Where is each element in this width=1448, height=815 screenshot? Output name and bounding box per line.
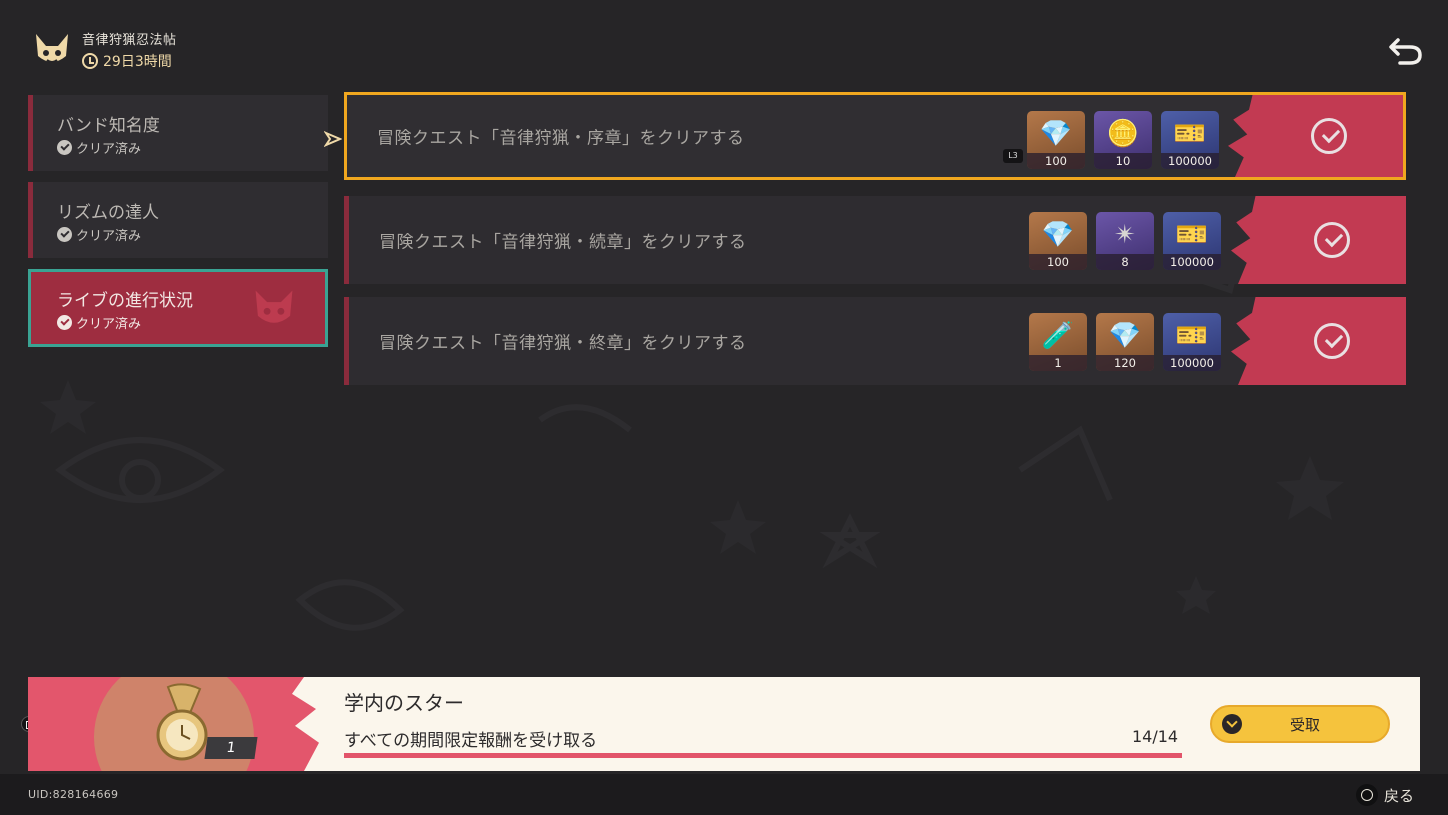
footer-bar: UID:828164669 戻る	[0, 774, 1448, 815]
reward-item[interactable]: 🎫 100000	[1161, 111, 1219, 169]
progress-bar-fill	[344, 753, 1182, 758]
reward-count-badge: 1	[204, 737, 258, 759]
reward-item[interactable]: 🎫 100000	[1163, 313, 1221, 371]
check-icon	[57, 315, 72, 330]
currency-ticket-icon: 🎫	[1175, 220, 1209, 251]
sidebar-item-band-fame[interactable]: バンド知名度 クリア済み	[28, 95, 328, 171]
time-remaining: 29日3時間	[103, 54, 172, 70]
return-arrow-icon[interactable]	[1388, 34, 1424, 68]
quest-label: 冒険クエスト「音律狩猟・終章」をクリアする	[379, 333, 747, 354]
potion-icon: 🧪	[1041, 321, 1075, 352]
reward-qty: 8	[1096, 254, 1154, 270]
clock-icon	[82, 53, 98, 69]
sidebar-item-label: リズムの達人	[57, 203, 159, 223]
selection-cursor-icon	[324, 131, 342, 147]
event-title: 音律狩猟忍法帖	[82, 33, 177, 48]
reward-qty: 1	[1029, 355, 1087, 371]
reward-item[interactable]: ✴ 8	[1096, 212, 1154, 270]
reward-item[interactable]: 🪙 10	[1094, 111, 1152, 169]
user-id: UID:828164669	[28, 788, 119, 801]
completed-check-icon	[1311, 118, 1347, 154]
reward-qty: 100000	[1163, 254, 1221, 270]
quest-label: 冒険クエスト「音律狩猟・序章」をクリアする	[377, 128, 745, 149]
currency-ticket-icon: 🎫	[1173, 119, 1207, 150]
reward-item[interactable]: 💎 100	[1027, 111, 1085, 169]
reward-item[interactable]: 💎 100	[1029, 212, 1087, 270]
total-reward-banner: 1 学内のスター すべての期間限定報酬を受け取る 14/14 受取	[28, 677, 1420, 771]
progress-bar	[344, 753, 1182, 758]
status-text: クリア済み	[76, 142, 142, 157]
status-text: クリア済み	[76, 317, 142, 332]
event-timer: 29日3時間	[82, 51, 177, 71]
status-text: クリア済み	[76, 229, 142, 244]
completed-check-icon	[1314, 323, 1350, 359]
banner-description: すべての期間限定報酬を受け取る	[344, 731, 598, 751]
quest-row[interactable]: 冒険クエスト「音律狩猟・序章」をクリアする L3 💎 100 🪙 10 🎫 10000…	[344, 92, 1406, 180]
currency-ticket-icon: 🎫	[1175, 321, 1209, 352]
category-sidebar: バンド知名度 クリア済み リズムの達人 クリア済み ライブの進行状況 クリア済み	[28, 95, 328, 358]
reward-item[interactable]: 🧪 1	[1029, 313, 1087, 371]
claim-button[interactable]: 受取	[1210, 705, 1390, 743]
reward-qty: 100000	[1163, 355, 1221, 371]
quest-label: 冒険クエスト「音律狩猟・続章」をクリアする	[379, 232, 747, 253]
quest-rewards: 🧪 1 💎 120 🎫 100000	[1029, 313, 1221, 371]
sidebar-item-label: バンド知名度	[57, 116, 160, 136]
claim-label: 受取	[1289, 715, 1320, 734]
gold-ingot-icon: 🪙	[1106, 119, 1140, 150]
banner-title: 学内のスター	[344, 691, 464, 715]
fox-mascot-icon	[36, 34, 68, 63]
reward-qty: 100000	[1161, 153, 1219, 169]
check-icon	[57, 227, 72, 242]
reward-qty: 120	[1096, 355, 1154, 371]
fox-mascot-icon	[255, 290, 293, 323]
reward-item[interactable]: 💎 120	[1096, 313, 1154, 371]
quest-rewards: L3 💎 100 🪙 10 🎫 100000	[1003, 111, 1219, 169]
chip-icon: ✴	[1114, 220, 1136, 251]
sidebar-item-status: クリア済み	[57, 225, 328, 244]
event-header: 音律狩猟忍法帖 29日3時間	[32, 28, 177, 72]
quest-row[interactable]: 冒険クエスト「音律狩猟・続章」をクリアする 💎 100 ✴ 8 🎫 100000	[344, 196, 1406, 284]
reward-qty: 10	[1094, 153, 1152, 169]
reward-qty: 100	[1029, 254, 1087, 270]
back-button[interactable]: 戻る	[1355, 784, 1414, 806]
sidebar-item-status: クリア済み	[57, 138, 328, 157]
crystal-icon: 💎	[1039, 119, 1073, 150]
completed-check-icon	[1314, 222, 1350, 258]
l3-button-hint-icon: L3	[1003, 149, 1023, 163]
check-icon	[57, 140, 72, 155]
sidebar-item-rhythm-master[interactable]: リズムの達人 クリア済み	[28, 182, 328, 258]
quest-row[interactable]: 冒険クエスト「音律狩猟・終章」をクリアする 🧪 1 💎 120 🎫 100000	[344, 297, 1406, 385]
crystal-icon: 💎	[1041, 220, 1075, 251]
reward-qty: 100	[1027, 153, 1085, 169]
circle-button-icon	[1355, 784, 1378, 806]
progress-count: 14/14	[1132, 727, 1179, 746]
crystal-icon: 💎	[1108, 321, 1142, 352]
quest-rewards: 💎 100 ✴ 8 🎫 100000	[1029, 212, 1221, 270]
back-label: 戻る	[1383, 786, 1414, 805]
download-arrow-icon	[1222, 714, 1242, 734]
sidebar-item-live-progress[interactable]: ライブの進行状況 クリア済み	[28, 269, 328, 347]
reward-item[interactable]: 🎫 100000	[1163, 212, 1221, 270]
